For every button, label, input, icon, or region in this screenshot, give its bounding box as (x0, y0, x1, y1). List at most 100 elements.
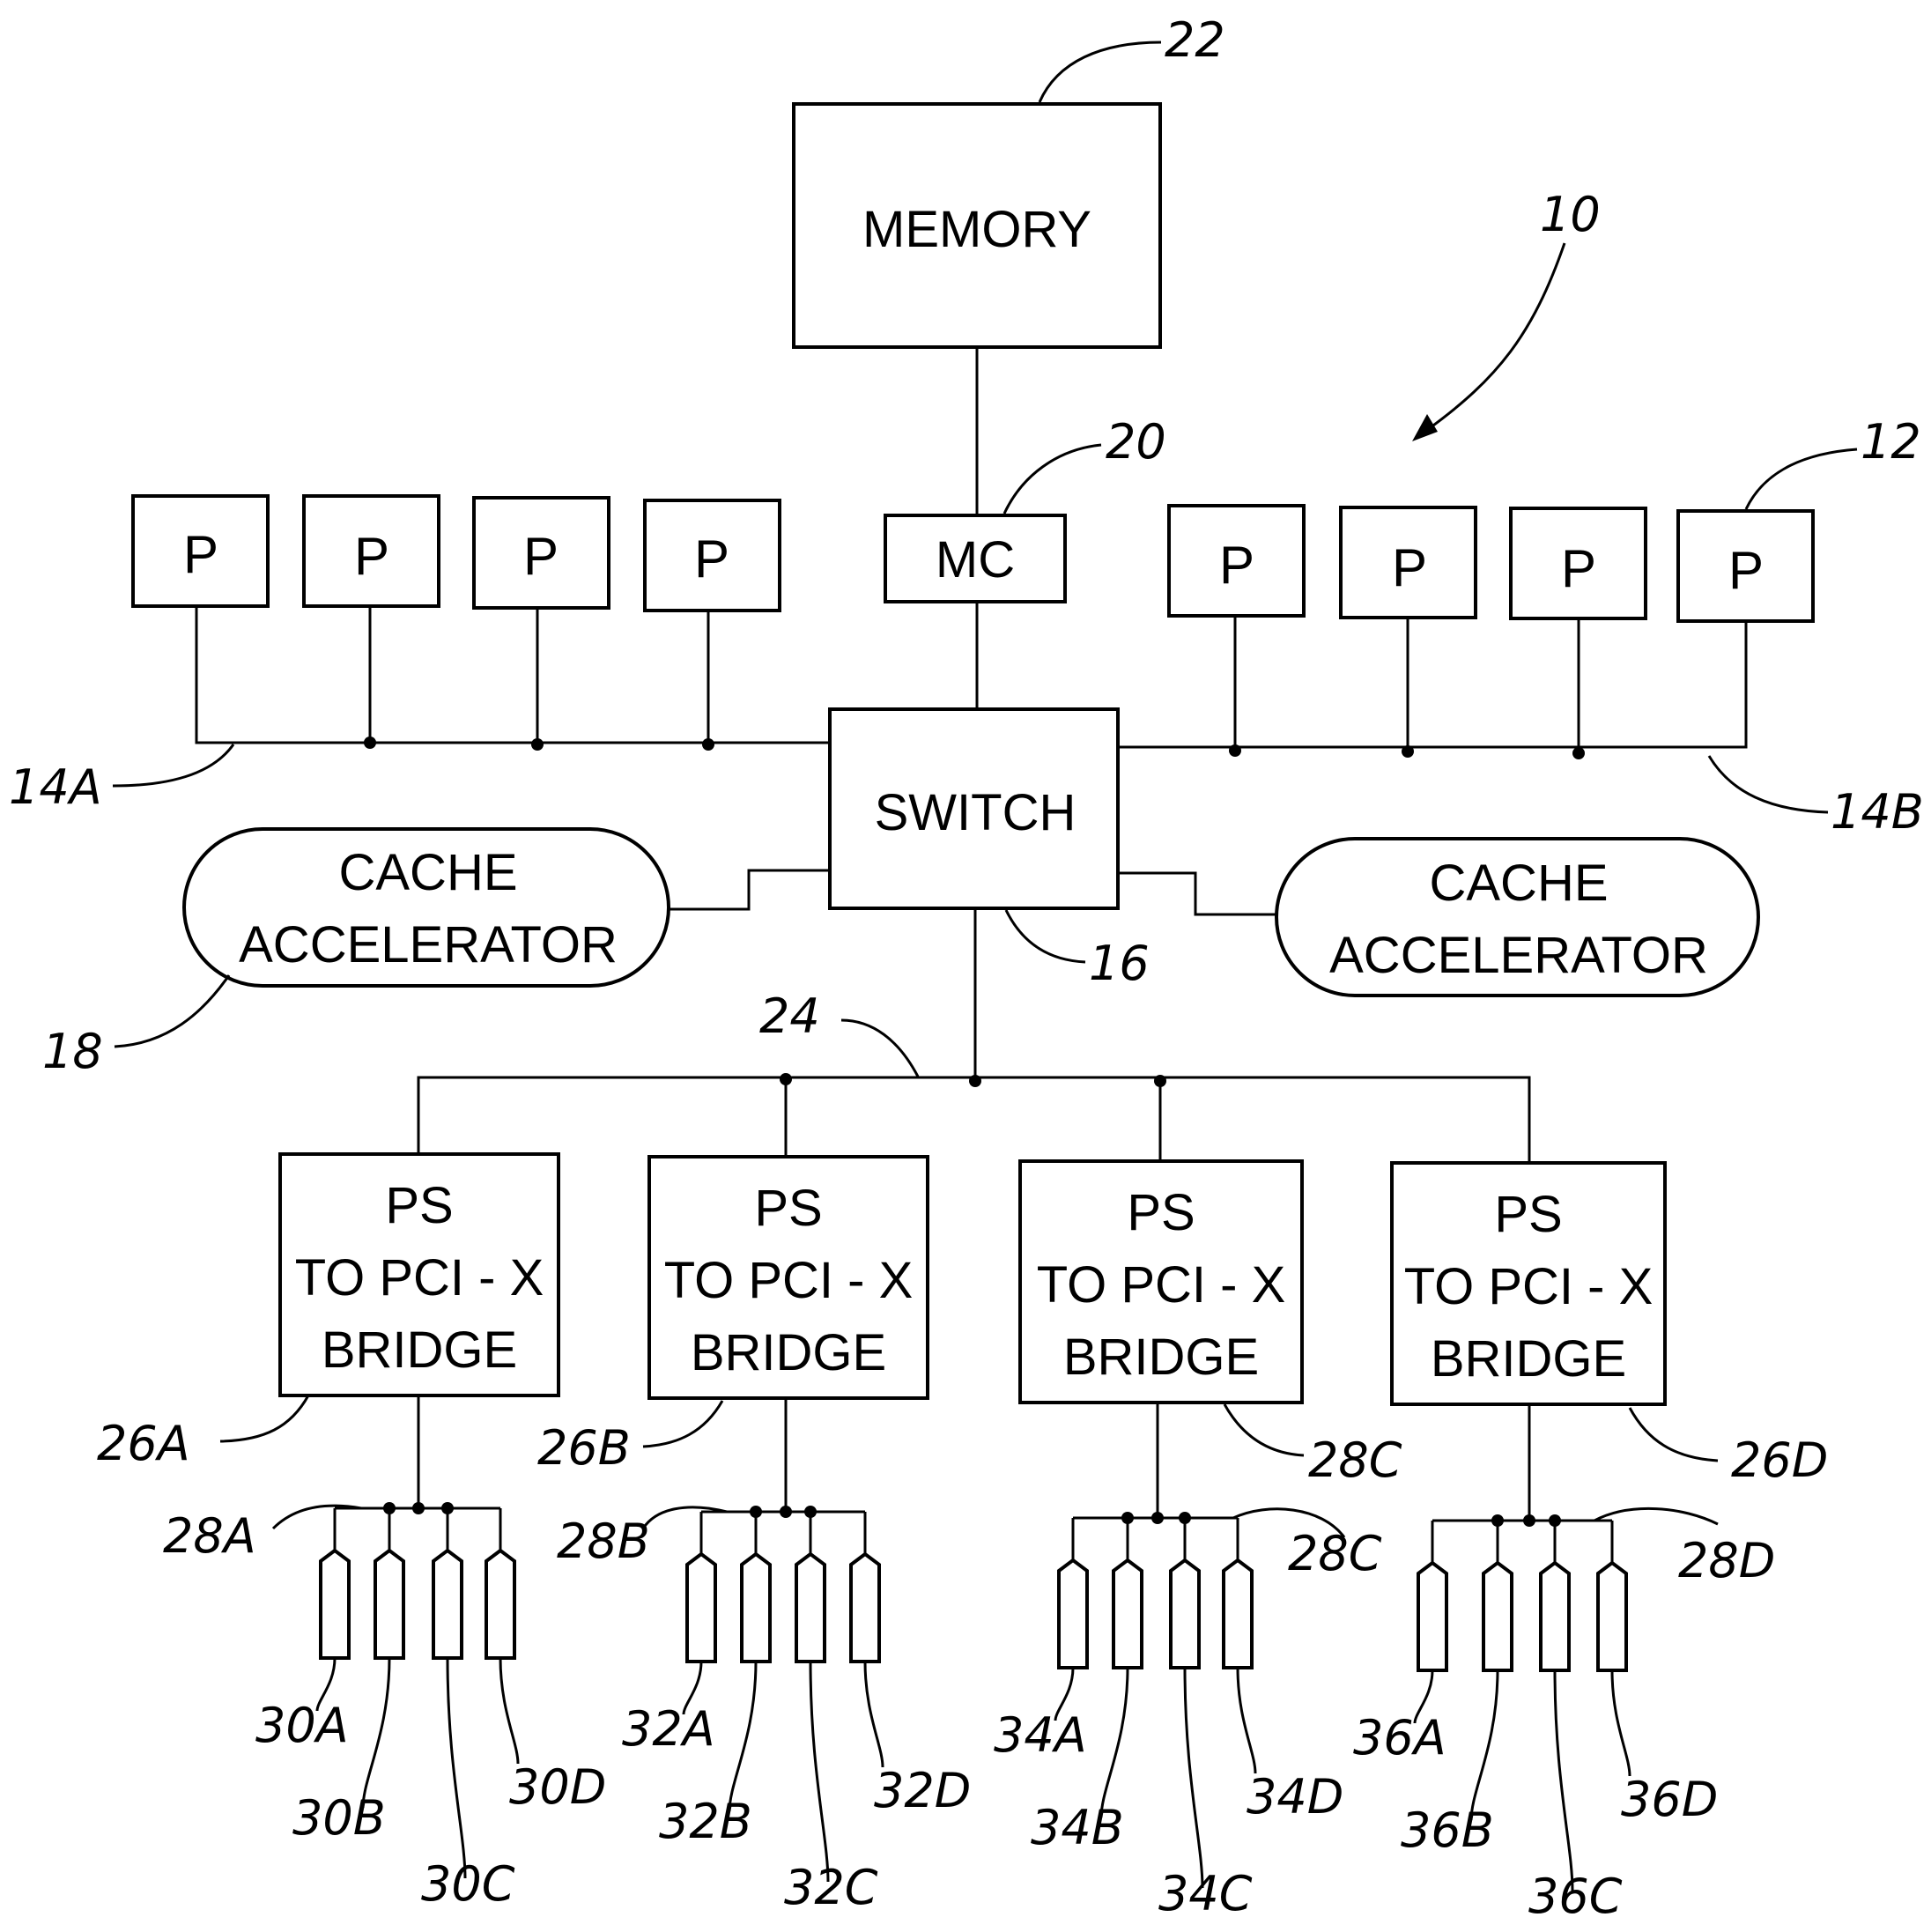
system-block-diagram: MEMORY 22 MC 20 10 SWITCH 16 P P P P 14A… (9, 12, 1924, 1924)
slot-ref: 30C (421, 1856, 515, 1912)
pci-bus-ref: 24 (759, 988, 820, 1044)
bridge-group: PS TO PCI - X BRIDGE 26D 28D 36A 36B 36C 36D (1353, 1161, 1828, 1924)
slot-ref: 36A (1353, 1710, 1446, 1765)
slot-ref: 36B (1401, 1802, 1494, 1858)
slot-leader-line (863, 1661, 884, 1768)
bridge-label-line3: BRIDGE (322, 1321, 517, 1379)
bridge-group: PS TO PCI - X BRIDGE 28C 28C 34A 34B 34C 34D (994, 1159, 1402, 1921)
bus-right-leader-line (1707, 755, 1829, 814)
bus-left-ref: 14A (9, 759, 102, 815)
slot-ref: 36D (1621, 1772, 1718, 1827)
bus-junction (780, 1073, 792, 1085)
bus-left-leader-line (112, 744, 235, 788)
cache-left-line1: CACHE (338, 844, 517, 901)
bridge-label-line2: TO PCI - X (295, 1249, 544, 1307)
pci-slot (1482, 1560, 1513, 1672)
pci-bus-leader-line (840, 1018, 920, 1077)
processor-label: P (694, 529, 729, 588)
processor-label: P (1728, 541, 1764, 600)
bridge-label-line2: TO PCI - X (1404, 1258, 1654, 1315)
bus-junction (1572, 747, 1585, 759)
bus-junction (1151, 1512, 1164, 1524)
switch-label: SWITCH (875, 784, 1076, 841)
slot-leader-line (361, 1657, 391, 1809)
bridge-leader-line (642, 1400, 724, 1448)
bridge-label-line3: BRIDGE (1431, 1330, 1626, 1388)
pci-slot (849, 1551, 881, 1663)
mc-ref: 20 (1106, 414, 1166, 470)
bus-junction (1402, 745, 1414, 758)
processor-bus-right (1118, 616, 1748, 753)
bridge-label-line2: TO PCI - X (664, 1252, 914, 1309)
slot-ref: 30D (509, 1759, 606, 1815)
processor-label: P (523, 527, 559, 586)
bus-right-ref: 14B (1831, 784, 1924, 840)
mc-leader-line (1002, 443, 1102, 514)
cache-left-link (669, 869, 830, 911)
pci-slot (1169, 1558, 1201, 1669)
slot-ref: 32C (784, 1860, 878, 1915)
processor-leader-line (1744, 448, 1858, 510)
bridge-label-line2: TO PCI - X (1037, 1256, 1286, 1314)
switch-ref: 16 (1089, 936, 1150, 991)
slot-leader-line (1099, 1667, 1129, 1818)
bus-junction (1229, 744, 1241, 757)
bridge-ref: 26D (1731, 1432, 1828, 1488)
slot-leader-line (1610, 1669, 1631, 1777)
cache-right-line2: ACCELERATOR (1329, 927, 1708, 984)
slot-ref: 32D (874, 1763, 971, 1818)
bus-junction (969, 1075, 981, 1087)
bridge-ref: 26B (537, 1420, 631, 1476)
slot-ref: 34B (1031, 1800, 1124, 1855)
system-ref-arrow (1426, 242, 1566, 432)
switch-leader-line (1004, 909, 1086, 964)
pci-slot (1222, 1558, 1254, 1669)
slot-ref: 32A (622, 1701, 715, 1757)
pci-slot (1539, 1560, 1571, 1672)
processor-group-left: P P P P (131, 494, 781, 612)
memory-leader-line (1038, 41, 1162, 103)
bridge-label-line1: PS (754, 1180, 822, 1237)
slot-leader-line (1469, 1669, 1499, 1821)
memory-label: MEMORY (862, 201, 1091, 258)
pci-bus (417, 1076, 1531, 1163)
pci-slot (319, 1548, 351, 1660)
bus-junction (364, 737, 376, 749)
system-ref: 10 (1540, 187, 1601, 242)
cache-right-line1: CACHE (1429, 855, 1608, 912)
bus-junction (1154, 1075, 1166, 1087)
pci-slot (485, 1548, 516, 1660)
cache-left-line2: ACCELERATOR (239, 916, 618, 973)
pci-slot (374, 1548, 405, 1660)
slot-leader-line (728, 1661, 758, 1812)
processor-bus-left (195, 606, 830, 744)
memory-controller-label: MC (936, 531, 1015, 588)
slot-leader-line (809, 1661, 830, 1883)
slot-leader-line (1236, 1667, 1257, 1774)
pci-slot (1417, 1560, 1448, 1672)
slot-bus-leader-line (641, 1506, 728, 1529)
cache-right-link (1118, 871, 1276, 916)
processor-ref: 12 (1861, 414, 1921, 470)
slot-bus-ref: 28B (557, 1514, 650, 1569)
cache-left-leader-line (114, 974, 231, 1048)
pci-slot (1596, 1560, 1628, 1672)
slot-leader-line (1553, 1669, 1574, 1891)
slot-ref: 30B (292, 1790, 386, 1846)
cache-left-ref: 18 (42, 1024, 103, 1079)
bus-junction (702, 738, 714, 751)
memory-ref: 22 (1165, 12, 1225, 68)
bridge-label-line3: BRIDGE (691, 1324, 886, 1381)
pci-slot (795, 1551, 826, 1663)
pci-slot (740, 1551, 772, 1663)
pci-slot (432, 1548, 463, 1660)
bridge-group: PS TO PCI - X BRIDGE 26A 28A 30A 30B 30C 30D (97, 1152, 606, 1912)
slot-ref: 32B (659, 1794, 752, 1849)
slot-ref: 34A (994, 1707, 1087, 1763)
bus-junction (412, 1502, 425, 1514)
bridge-leader-line (1628, 1407, 1719, 1462)
arrowhead-icon (1412, 414, 1438, 441)
bus-junction (531, 738, 544, 751)
slot-bus-ref: 28A (163, 1508, 256, 1564)
pci-slot (685, 1551, 717, 1663)
